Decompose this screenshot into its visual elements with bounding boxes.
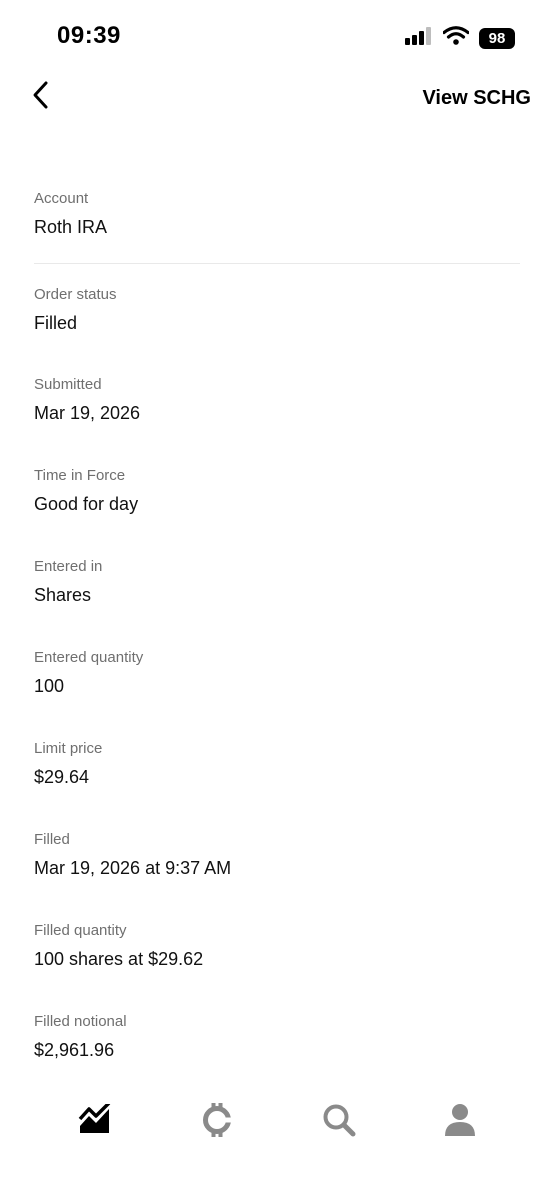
- detail-label: Order status: [34, 286, 117, 303]
- order-details: Account Roth IRA Order status Filled Sub…: [34, 189, 520, 1062]
- detail-value: 100: [34, 676, 65, 696]
- tab-search[interactable]: [317, 1100, 361, 1144]
- status-time: 09:39: [57, 22, 121, 49]
- detail-value: Mar 19, 2026 at 9:37 AM: [34, 858, 232, 878]
- detail-label: Entered in: [34, 558, 103, 575]
- detail-label: Submitted: [34, 376, 102, 393]
- detail-row-entered-quantity: Entered quantity 100: [34, 648, 520, 698]
- detail-value: Good for day: [34, 494, 139, 514]
- detail-row-filled: Filled Mar 19, 2026 at 9:37 AM: [34, 830, 520, 880]
- crypto-icon: [200, 1100, 234, 1145]
- detail-row-time-in-force: Time in Force Good for day: [34, 466, 520, 516]
- detail-label: Limit price: [34, 740, 103, 757]
- tab-crypto[interactable]: [195, 1100, 239, 1144]
- profile-icon: [444, 1103, 476, 1142]
- detail-value: $2,961.96: [34, 1040, 115, 1060]
- detail-row-filled-notional: Filled notional $2,961.96: [34, 1012, 520, 1062]
- detail-label: Time in Force: [34, 467, 126, 484]
- divider: [34, 263, 520, 264]
- detail-value: Filled: [34, 313, 78, 333]
- detail-label: Filled notional: [34, 1013, 127, 1030]
- cellular-signal-icon: [405, 26, 433, 50]
- status-bar: 09:39 98: [0, 0, 555, 70]
- tab-investing[interactable]: [73, 1100, 117, 1144]
- status-icons: 98: [405, 26, 515, 50]
- detail-label: Filled: [34, 831, 70, 848]
- battery-icon: 98: [479, 27, 515, 49]
- detail-value: $29.64: [34, 767, 90, 787]
- back-button[interactable]: [26, 79, 56, 115]
- detail-row-submitted: Submitted Mar 19, 2026: [34, 375, 520, 425]
- detail-row-account: Account Roth IRA: [34, 189, 520, 239]
- search-icon: [322, 1103, 356, 1142]
- detail-label: Filled quantity: [34, 922, 127, 939]
- chevron-left-icon: [31, 80, 51, 115]
- detail-row-order-status: Order status Filled: [34, 285, 520, 335]
- nav-bar: View SCHG: [0, 75, 555, 125]
- detail-label: Entered quantity: [34, 649, 144, 666]
- tab-profile[interactable]: [438, 1100, 482, 1144]
- investing-chart-icon: [78, 1101, 112, 1141]
- detail-value: Shares: [34, 585, 92, 605]
- tab-bar: [0, 1090, 555, 1160]
- detail-row-entered-in: Entered in Shares: [34, 557, 520, 607]
- detail-row-limit-price: Limit price $29.64: [34, 739, 520, 789]
- detail-value: Roth IRA: [34, 217, 108, 237]
- detail-value: 100 shares at $29.62: [34, 949, 204, 969]
- detail-row-filled-quantity: Filled quantity 100 shares at $29.62: [34, 921, 520, 971]
- wifi-icon: [442, 26, 470, 50]
- detail-label: Account: [34, 190, 89, 207]
- detail-value: Mar 19, 2026: [34, 403, 141, 423]
- view-schg-button[interactable]: View SCHG: [422, 87, 531, 110]
